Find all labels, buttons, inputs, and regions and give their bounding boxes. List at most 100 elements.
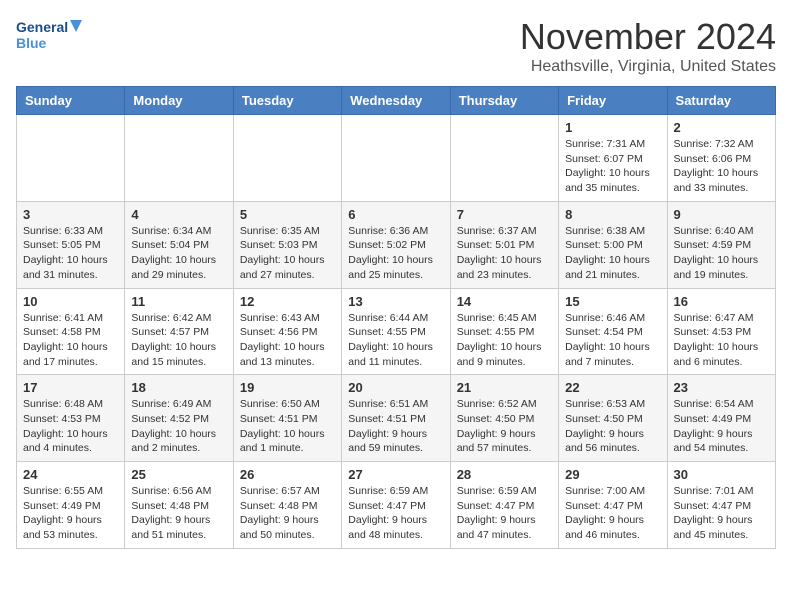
day-info: Sunrise: 6:59 AM Sunset: 4:47 PM Dayligh…	[457, 484, 552, 543]
day-info: Sunrise: 6:55 AM Sunset: 4:49 PM Dayligh…	[23, 484, 118, 543]
month-title: November 2024	[520, 16, 776, 58]
day-info: Sunrise: 6:45 AM Sunset: 4:55 PM Dayligh…	[457, 311, 552, 370]
calendar-header-row: SundayMondayTuesdayWednesdayThursdayFrid…	[17, 87, 776, 115]
day-info: Sunrise: 6:36 AM Sunset: 5:02 PM Dayligh…	[348, 224, 443, 283]
calendar-week-row: 24Sunrise: 6:55 AM Sunset: 4:49 PM Dayli…	[17, 462, 776, 549]
day-info: Sunrise: 6:43 AM Sunset: 4:56 PM Dayligh…	[240, 311, 335, 370]
calendar-cell: 23 Sunrise: 6:54 AM Sunset: 4:49 PM Dayli…	[667, 375, 775, 462]
calendar-cell	[17, 115, 125, 202]
calendar-cell: 3 Sunrise: 6:33 AM Sunset: 5:05 PM Daylig…	[17, 201, 125, 288]
day-info: Sunrise: 7:00 AM Sunset: 4:47 PM Dayligh…	[565, 484, 660, 543]
calendar-cell: 8 Sunrise: 6:38 AM Sunset: 5:00 PM Daylig…	[559, 201, 667, 288]
calendar-cell: 5 Sunrise: 6:35 AM Sunset: 5:03 PM Daylig…	[233, 201, 341, 288]
calendar-day-header: Sunday	[17, 87, 125, 115]
calendar-cell: 26Sunrise: 6:57 AM Sunset: 4:48 PM Dayli…	[233, 462, 341, 549]
day-info: Sunrise: 7:32 AM Sunset: 6:06 PM Dayligh…	[674, 137, 769, 196]
day-info: Sunrise: 6:42 AM Sunset: 4:57 PM Dayligh…	[131, 311, 226, 370]
calendar-cell: 11 Sunrise: 6:42 AM Sunset: 4:57 PM Dayli…	[125, 288, 233, 375]
day-info: Sunrise: 6:59 AM Sunset: 4:47 PM Dayligh…	[348, 484, 443, 543]
day-number: 15	[565, 294, 660, 309]
day-info: Sunrise: 6:37 AM Sunset: 5:01 PM Dayligh…	[457, 224, 552, 283]
day-info: Sunrise: 6:44 AM Sunset: 4:55 PM Dayligh…	[348, 311, 443, 370]
calendar-cell: 12 Sunrise: 6:43 AM Sunset: 4:56 PM Dayli…	[233, 288, 341, 375]
calendar-day-header: Wednesday	[342, 87, 450, 115]
day-info: Sunrise: 6:41 AM Sunset: 4:58 PM Dayligh…	[23, 311, 118, 370]
calendar-table: SundayMondayTuesdayWednesdayThursdayFrid…	[16, 86, 776, 549]
day-info: Sunrise: 6:48 AM Sunset: 4:53 PM Dayligh…	[23, 397, 118, 456]
calendar-day-header: Monday	[125, 87, 233, 115]
day-number: 11	[131, 294, 226, 309]
day-number: 23	[674, 380, 769, 395]
day-number: 18	[131, 380, 226, 395]
calendar-cell	[233, 115, 341, 202]
calendar-cell: 13Sunrise: 6:44 AM Sunset: 4:55 PM Dayli…	[342, 288, 450, 375]
calendar-week-row: 3 Sunrise: 6:33 AM Sunset: 5:05 PM Daylig…	[17, 201, 776, 288]
day-info: Sunrise: 6:38 AM Sunset: 5:00 PM Dayligh…	[565, 224, 660, 283]
calendar-cell: 18 Sunrise: 6:49 AM Sunset: 4:52 PM Dayli…	[125, 375, 233, 462]
calendar-cell: 17 Sunrise: 6:48 AM Sunset: 4:53 PM Dayli…	[17, 375, 125, 462]
day-number: 10	[23, 294, 118, 309]
calendar-cell: 27 Sunrise: 6:59 AM Sunset: 4:47 PM Dayli…	[342, 462, 450, 549]
calendar-week-row: 1Sunrise: 7:31 AM Sunset: 6:07 PM Daylig…	[17, 115, 776, 202]
day-number: 28	[457, 467, 552, 482]
day-number: 20	[348, 380, 443, 395]
calendar-cell: 20Sunrise: 6:51 AM Sunset: 4:51 PM Dayli…	[342, 375, 450, 462]
title-section: November 2024 Heathsville, Virginia, Uni…	[520, 16, 776, 76]
day-info: Sunrise: 6:52 AM Sunset: 4:50 PM Dayligh…	[457, 397, 552, 456]
calendar-cell: 2Sunrise: 7:32 AM Sunset: 6:06 PM Daylig…	[667, 115, 775, 202]
calendar-cell: 16 Sunrise: 6:47 AM Sunset: 4:53 PM Dayli…	[667, 288, 775, 375]
calendar-cell	[450, 115, 558, 202]
calendar-cell: 30 Sunrise: 7:01 AM Sunset: 4:47 PM Dayli…	[667, 462, 775, 549]
calendar-cell: 15 Sunrise: 6:46 AM Sunset: 4:54 PM Dayli…	[559, 288, 667, 375]
day-number: 21	[457, 380, 552, 395]
calendar-cell: 19Sunrise: 6:50 AM Sunset: 4:51 PM Dayli…	[233, 375, 341, 462]
page-header: General Blue November 2024 Heathsville, …	[16, 16, 776, 76]
day-number: 9	[674, 207, 769, 222]
day-info: Sunrise: 6:40 AM Sunset: 4:59 PM Dayligh…	[674, 224, 769, 283]
day-info: Sunrise: 6:34 AM Sunset: 5:04 PM Dayligh…	[131, 224, 226, 283]
calendar-cell	[342, 115, 450, 202]
day-number: 12	[240, 294, 335, 309]
calendar-week-row: 10 Sunrise: 6:41 AM Sunset: 4:58 PM Dayli…	[17, 288, 776, 375]
calendar-cell: 7 Sunrise: 6:37 AM Sunset: 5:01 PM Daylig…	[450, 201, 558, 288]
day-info: Sunrise: 6:47 AM Sunset: 4:53 PM Dayligh…	[674, 311, 769, 370]
day-info: Sunrise: 6:56 AM Sunset: 4:48 PM Dayligh…	[131, 484, 226, 543]
day-number: 25	[131, 467, 226, 482]
day-info: Sunrise: 6:33 AM Sunset: 5:05 PM Dayligh…	[23, 224, 118, 283]
calendar-cell	[125, 115, 233, 202]
day-info: Sunrise: 6:35 AM Sunset: 5:03 PM Dayligh…	[240, 224, 335, 283]
day-number: 29	[565, 467, 660, 482]
day-info: Sunrise: 7:01 AM Sunset: 4:47 PM Dayligh…	[674, 484, 769, 543]
logo-svg: General Blue	[16, 16, 86, 58]
logo: General Blue	[16, 16, 86, 58]
day-number: 30	[674, 467, 769, 482]
day-info: Sunrise: 6:53 AM Sunset: 4:50 PM Dayligh…	[565, 397, 660, 456]
calendar-day-header: Saturday	[667, 87, 775, 115]
calendar-day-header: Friday	[559, 87, 667, 115]
day-number: 5	[240, 207, 335, 222]
day-number: 27	[348, 467, 443, 482]
calendar-day-header: Thursday	[450, 87, 558, 115]
day-info: Sunrise: 6:46 AM Sunset: 4:54 PM Dayligh…	[565, 311, 660, 370]
day-number: 22	[565, 380, 660, 395]
svg-text:General: General	[16, 19, 68, 35]
day-info: Sunrise: 6:54 AM Sunset: 4:49 PM Dayligh…	[674, 397, 769, 456]
calendar-cell: 1Sunrise: 7:31 AM Sunset: 6:07 PM Daylig…	[559, 115, 667, 202]
calendar-cell: 6 Sunrise: 6:36 AM Sunset: 5:02 PM Daylig…	[342, 201, 450, 288]
day-number: 7	[457, 207, 552, 222]
day-number: 19	[240, 380, 335, 395]
calendar-cell: 10 Sunrise: 6:41 AM Sunset: 4:58 PM Dayli…	[17, 288, 125, 375]
day-info: Sunrise: 6:49 AM Sunset: 4:52 PM Dayligh…	[131, 397, 226, 456]
day-number: 16	[674, 294, 769, 309]
day-number: 17	[23, 380, 118, 395]
day-number: 6	[348, 207, 443, 222]
day-number: 1	[565, 120, 660, 135]
day-number: 8	[565, 207, 660, 222]
calendar-cell: 14Sunrise: 6:45 AM Sunset: 4:55 PM Dayli…	[450, 288, 558, 375]
day-number: 3	[23, 207, 118, 222]
calendar-week-row: 17 Sunrise: 6:48 AM Sunset: 4:53 PM Dayli…	[17, 375, 776, 462]
day-number: 26	[240, 467, 335, 482]
day-number: 4	[131, 207, 226, 222]
calendar-cell: 21 Sunrise: 6:52 AM Sunset: 4:50 PM Dayli…	[450, 375, 558, 462]
calendar-cell: 4 Sunrise: 6:34 AM Sunset: 5:04 PM Daylig…	[125, 201, 233, 288]
